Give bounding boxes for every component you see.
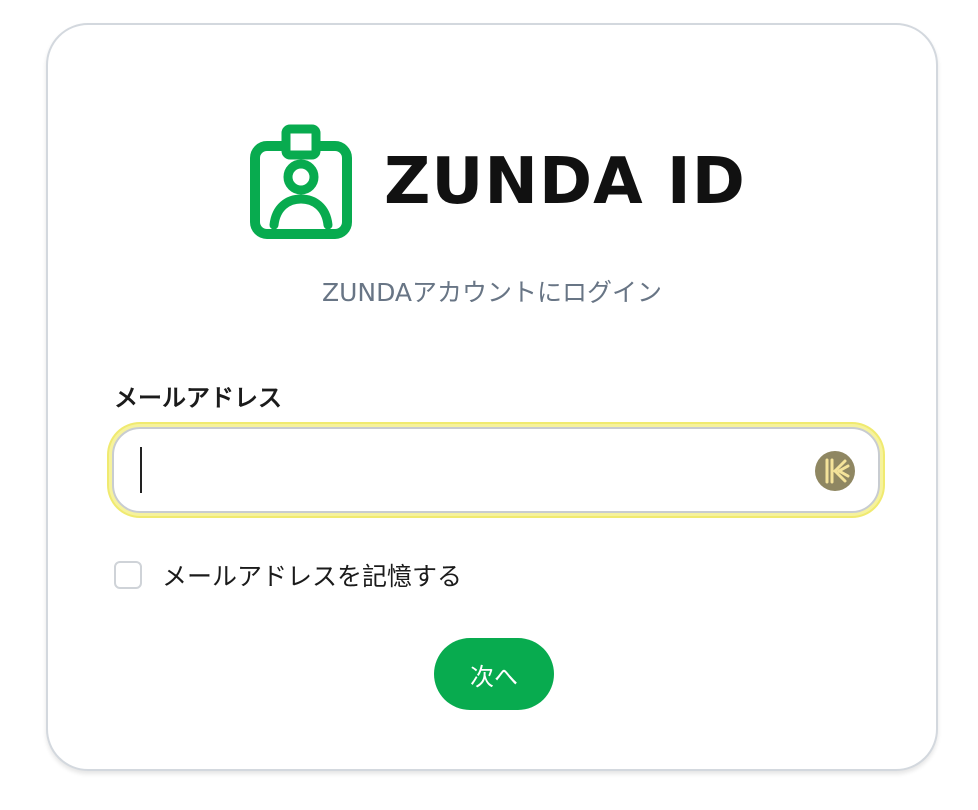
- login-card: ZUNDA ID ZUNDAアカウントにログイン メールアドレス メールアドレス…: [46, 23, 938, 771]
- email-field-label: メールアドレス: [114, 384, 282, 412]
- id-badge-person-icon: [250, 124, 352, 239]
- remember-email-label[interactable]: メールアドレスを記憶する: [162, 557, 462, 593]
- brand-logo: ZUNDA ID: [248, 123, 746, 241]
- brand-name: ZUNDA ID: [384, 145, 746, 219]
- next-button[interactable]: 次へ: [434, 638, 554, 710]
- keeper-icon[interactable]: [814, 450, 856, 492]
- email-input[interactable]: [136, 443, 800, 499]
- email-field[interactable]: [112, 427, 880, 513]
- text-caret: [140, 447, 142, 493]
- login-subtitle: ZUNDAアカウントにログイン: [321, 278, 663, 307]
- remember-email-row[interactable]: メールアドレスを記憶する: [114, 557, 462, 593]
- remember-email-checkbox[interactable]: [114, 561, 142, 589]
